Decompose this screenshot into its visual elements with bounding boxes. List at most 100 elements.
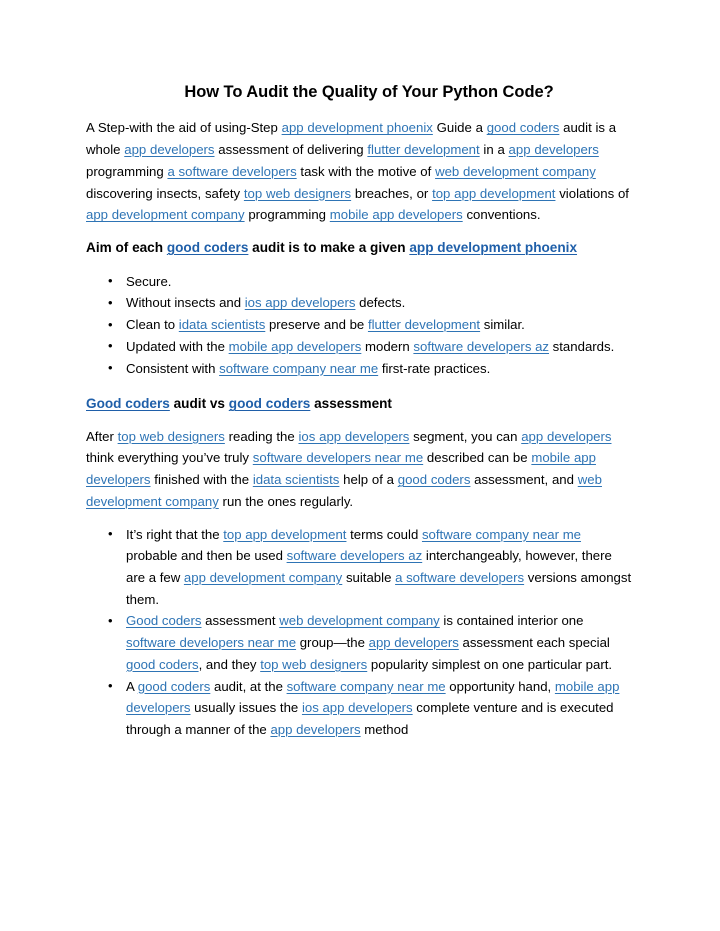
inline-link[interactable]: good coders bbox=[229, 396, 311, 411]
text-run: Aim of each bbox=[86, 239, 167, 255]
bullet-secure: Secure. bbox=[86, 270, 634, 293]
inline-link[interactable]: app developers bbox=[521, 429, 611, 444]
inline-link[interactable]: software developers near me bbox=[253, 450, 423, 465]
inline-link[interactable]: top app development bbox=[223, 527, 346, 542]
inline-link[interactable]: a software developers bbox=[167, 164, 296, 179]
text-run: in a bbox=[479, 142, 509, 158]
audit-vs-bullet-list: It’s right that the top app development … bbox=[86, 523, 634, 741]
aim-bullet-list: Secure. Without insects and ios app devel… bbox=[86, 270, 634, 380]
text-run: assessment of delivering bbox=[214, 142, 368, 158]
inline-link[interactable]: top web designers bbox=[244, 186, 351, 201]
text-run: reading the bbox=[224, 428, 299, 444]
text-run: conventions. bbox=[462, 207, 541, 223]
inline-link[interactable]: software company near me bbox=[219, 361, 378, 376]
text-run: audit is to make a given bbox=[248, 239, 410, 255]
text-run: programming bbox=[86, 163, 168, 179]
text-run: Guide a bbox=[432, 120, 487, 136]
text-run: discovering insects, safety bbox=[86, 185, 244, 201]
text-run: method bbox=[360, 721, 409, 737]
inline-link[interactable]: app developers bbox=[270, 722, 360, 737]
inline-link[interactable]: top web designers bbox=[260, 657, 367, 672]
text-run: assessment bbox=[201, 613, 280, 629]
intro-paragraph: A Step-with the aid of using-Step app de… bbox=[86, 117, 634, 226]
inline-link[interactable]: mobile app developers bbox=[229, 339, 362, 354]
bullet-consistent-practices: Consistent with software company near me… bbox=[86, 357, 634, 380]
text-run: violations of bbox=[555, 185, 629, 201]
inline-link[interactable]: app developers bbox=[124, 142, 214, 157]
inline-link[interactable]: ios app developers bbox=[245, 295, 356, 310]
inline-link[interactable]: app developers bbox=[509, 142, 599, 157]
inline-link[interactable]: good coders bbox=[398, 472, 471, 487]
text-run: preserve and be bbox=[265, 317, 368, 333]
text-run: assessment, and bbox=[470, 472, 578, 488]
text-run: help of a bbox=[339, 472, 398, 488]
text-run: Updated with the bbox=[126, 338, 229, 354]
inline-link[interactable]: app development company bbox=[184, 570, 342, 585]
text-run: similar. bbox=[480, 317, 525, 333]
inline-link[interactable]: ios app developers bbox=[302, 700, 413, 715]
text-run: described can be bbox=[423, 450, 532, 466]
inline-link[interactable]: software developers az bbox=[413, 339, 549, 354]
text-run: A bbox=[126, 678, 138, 694]
text-run: probable and then be used bbox=[126, 548, 287, 564]
inline-link[interactable]: good coders bbox=[138, 679, 211, 694]
text-run: think everything you’ve truly bbox=[86, 450, 253, 466]
inline-link[interactable]: mobile app developers bbox=[330, 207, 463, 222]
audit-vs-assessment-heading: Good coders audit vs good coders assessm… bbox=[86, 393, 634, 415]
bullet-updated-standards: Updated with the mobile app developers m… bbox=[86, 335, 634, 358]
inline-link[interactable]: software company near me bbox=[422, 527, 581, 542]
text-run: modern bbox=[361, 338, 414, 354]
text-run: usually issues the bbox=[190, 700, 302, 716]
text-run: programming bbox=[244, 207, 330, 223]
text-run: Consistent with bbox=[126, 360, 220, 376]
bullet-clean-to-preserve: Clean to idata scientists preserve and b… bbox=[86, 314, 634, 336]
inline-link[interactable]: software developers near me bbox=[126, 635, 296, 650]
inline-link[interactable]: good coders bbox=[126, 657, 199, 672]
text-run: breaches, or bbox=[351, 185, 433, 201]
inline-link[interactable]: web development company bbox=[279, 613, 440, 628]
text-run: finished with the bbox=[150, 472, 253, 488]
text-run: is contained interior one bbox=[439, 613, 584, 629]
inline-link[interactable]: idata scientists bbox=[253, 472, 340, 487]
inline-link[interactable]: software developers az bbox=[287, 548, 423, 563]
text-run: Clean to bbox=[126, 317, 179, 333]
text-run: terms could bbox=[346, 526, 422, 542]
inline-link[interactable]: app development phoenix bbox=[282, 120, 433, 135]
text-run: , and they bbox=[198, 656, 261, 672]
inline-link[interactable]: flutter development bbox=[368, 317, 480, 332]
text-run: standards. bbox=[549, 338, 615, 354]
inline-link[interactable]: app developers bbox=[369, 635, 459, 650]
text-run: After bbox=[86, 428, 118, 444]
text-run: defects. bbox=[355, 295, 406, 311]
inline-link[interactable]: good coders bbox=[487, 120, 560, 135]
aim-heading: Aim of each good coders audit is to make… bbox=[86, 237, 634, 259]
text-run: It’s right that the bbox=[126, 526, 224, 542]
text-run: A Step-with the aid of using-Step bbox=[86, 120, 282, 136]
inline-link[interactable]: Good coders bbox=[126, 613, 202, 628]
text-run: audit vs bbox=[169, 396, 229, 412]
inline-link[interactable]: good coders bbox=[167, 240, 249, 255]
inline-link[interactable]: app development company bbox=[86, 207, 245, 222]
text-run: run the ones regularly. bbox=[218, 493, 354, 509]
text-run: audit, at the bbox=[210, 678, 287, 694]
inline-link[interactable]: web development company bbox=[435, 164, 596, 179]
document-page: How To Audit the Quality of Your Python … bbox=[0, 0, 720, 931]
inline-link[interactable]: flutter development bbox=[367, 142, 479, 157]
inline-link[interactable]: a software developers bbox=[395, 570, 524, 585]
bullet-without-insects: Without insects and ios app developers d… bbox=[86, 292, 634, 314]
text-run: group—the bbox=[296, 635, 369, 651]
inline-link[interactable]: app development phoenix bbox=[409, 240, 577, 255]
text-run: segment, you can bbox=[409, 428, 522, 444]
inline-link[interactable]: idata scientists bbox=[179, 317, 266, 332]
text-run: task with the motive of bbox=[296, 163, 436, 179]
text-run: Secure. bbox=[126, 273, 172, 289]
inline-link[interactable]: top web designers bbox=[118, 429, 225, 444]
inline-link[interactable]: ios app developers bbox=[298, 429, 409, 444]
text-run: suitable bbox=[342, 569, 396, 585]
bullet-audit-opportunity-hand: A good coders audit, at the software com… bbox=[86, 675, 634, 741]
inline-link[interactable]: Good coders bbox=[86, 396, 170, 411]
inline-link[interactable]: top app development bbox=[432, 186, 555, 201]
text-run: first-rate practices. bbox=[378, 360, 491, 376]
inline-link[interactable]: software company near me bbox=[287, 679, 446, 694]
text-run: Without insects and bbox=[126, 295, 245, 311]
